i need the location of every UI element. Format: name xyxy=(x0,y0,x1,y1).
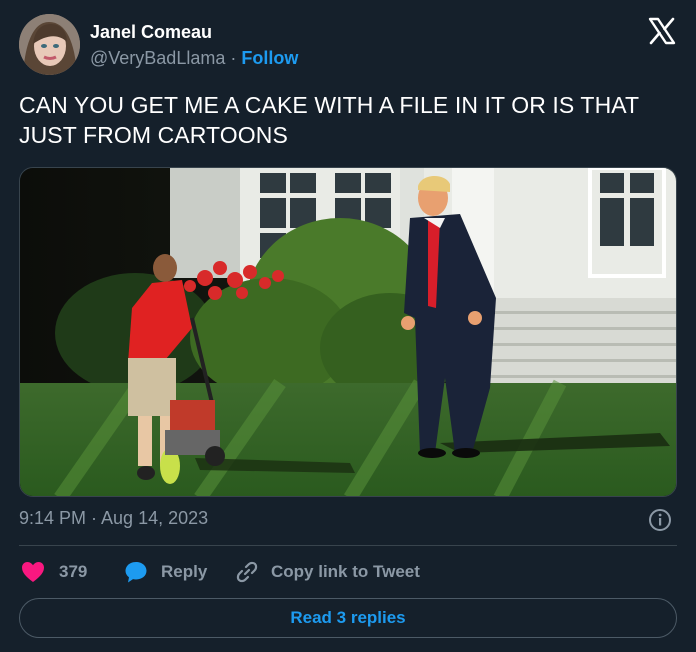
reply-button[interactable]: Reply xyxy=(124,558,207,586)
like-count: 379 xyxy=(59,562,88,581)
divider xyxy=(19,545,677,546)
info-icon[interactable] xyxy=(648,508,672,532)
tweet-actions: 379 Reply Copy link to Tweet xyxy=(19,558,677,586)
author-handle[interactable]: @VeryBadLlama xyxy=(90,48,225,68)
separator-dot: · xyxy=(230,48,237,68)
tweet-header: Janel Comeau @VeryBadLlama · Follow xyxy=(19,14,677,76)
x-logo-icon[interactable] xyxy=(647,16,677,46)
reply-bubble-icon xyxy=(125,562,147,583)
tweet-photo[interactable] xyxy=(19,167,677,497)
heart-icon xyxy=(22,562,44,582)
like-button[interactable]: 379 xyxy=(21,558,87,586)
tweet-text: CAN YOU GET ME A CAKE WITH A FILE IN IT … xyxy=(19,92,639,148)
author-handle-line: @VeryBadLlama · Follow xyxy=(90,48,298,69)
author-name[interactable]: Janel Comeau xyxy=(90,22,212,43)
reply-label: Reply xyxy=(161,562,208,581)
follow-button[interactable]: Follow xyxy=(241,48,298,68)
copy-link-label: Copy link to Tweet xyxy=(271,562,420,581)
avatar[interactable] xyxy=(19,14,80,75)
tweet-timestamp[interactable]: 9:14 PM · Aug 14, 2023 xyxy=(19,508,208,529)
photo-illustration xyxy=(20,168,676,496)
copy-link-button[interactable]: Copy link to Tweet xyxy=(235,558,420,586)
read-replies-button[interactable]: Read 3 replies xyxy=(19,598,677,638)
tweet-card: Janel Comeau @VeryBadLlama · Follow CAN … xyxy=(0,0,696,652)
link-icon xyxy=(236,561,258,583)
